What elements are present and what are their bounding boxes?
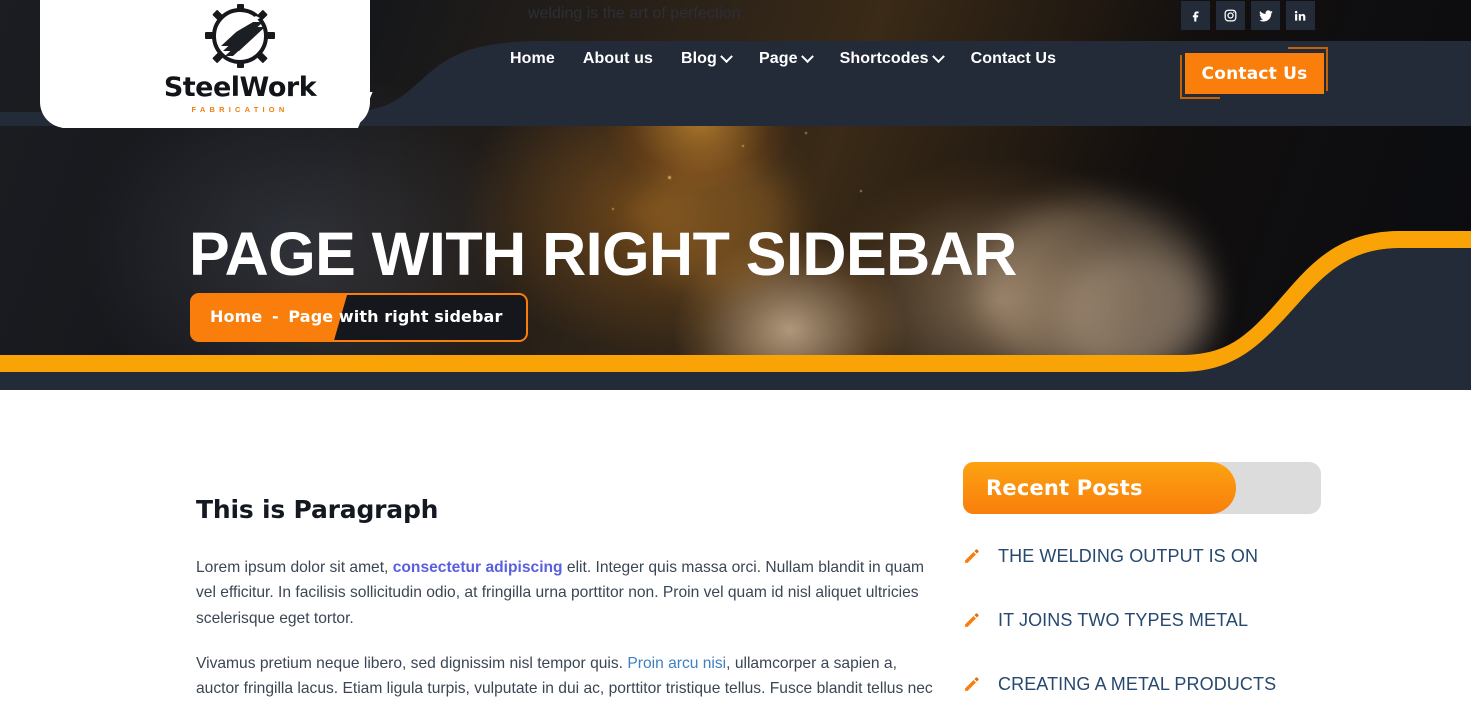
contact-us-cta-wrapper: Contact Us	[1180, 47, 1328, 99]
paragraph-1-before: Lorem ipsum dolor sit amet,	[196, 559, 393, 576]
chevron-down-icon	[931, 49, 945, 63]
paragraph-1: Lorem ipsum dolor sit amet, consectetur …	[196, 555, 936, 631]
spark-decoration	[860, 190, 862, 192]
spark-decoration	[742, 145, 744, 147]
nav-label: Page	[758, 50, 798, 67]
content-heading: This is Paragraph	[196, 495, 439, 524]
post-title: CREATING A METAL PRODUCTS	[998, 674, 1277, 694]
breadcrumb-separator: -	[271, 307, 279, 326]
main-content-area: This is Paragraph Lorem ipsum dolor sit …	[0, 390, 1471, 705]
page-root: SteelWork FABRICATION welding is the art…	[0, 0, 1471, 705]
nav-label: Blog	[680, 50, 717, 67]
nav-label: Contact Us	[970, 50, 1057, 67]
list-item[interactable]: IT JOINS TWO TYPES METAL	[963, 610, 1321, 631]
sidebar: Recent Posts THE WELDING OUTPUT IS ON IT…	[963, 462, 1321, 705]
page-title: PAGE WITH RIGHT SIDEBAR	[189, 220, 1017, 288]
breadcrumb-text: Home - Page with right sidebar	[210, 307, 502, 326]
spark-decoration	[805, 132, 807, 134]
post-title: THE WELDING OUTPUT IS ON	[998, 546, 1259, 566]
brand-name: SteelWork	[163, 72, 317, 103]
spark-decoration	[668, 176, 671, 179]
nav-item-contact-us[interactable]: Contact Us	[971, 50, 1056, 68]
pencil-icon	[965, 549, 979, 563]
post-title: IT JOINS TWO TYPES METAL	[998, 610, 1249, 630]
breadcrumb: Home - Page with right sidebar	[190, 293, 528, 342]
instagram-icon[interactable]	[1216, 1, 1245, 30]
brand-logo[interactable]: SteelWork FABRICATION	[150, 2, 330, 114]
nav-item-about-us[interactable]: About us	[583, 50, 653, 68]
nav-item-home[interactable]: Home	[510, 50, 555, 68]
spark-decoration	[612, 208, 614, 210]
linkedin-icon[interactable]	[1286, 1, 1315, 30]
nav-item-blog[interactable]: Blog	[680, 49, 733, 68]
brand-subtitle: FABRICATION	[191, 105, 289, 114]
chevron-down-icon	[800, 49, 814, 63]
nav-label: About us	[582, 50, 653, 67]
nav-item-page[interactable]: Page	[758, 49, 814, 68]
hero-banner: SteelWork FABRICATION welding is the art…	[0, 0, 1471, 390]
list-item[interactable]: THE WELDING OUTPUT IS ON	[963, 546, 1321, 567]
paragraph-1-bold: consectetur adipiscing	[392, 559, 563, 576]
breadcrumb-current: Page with right sidebar	[288, 307, 503, 326]
gear-steel-beam-icon	[205, 4, 275, 68]
twitter-icon[interactable]	[1251, 1, 1280, 30]
social-links	[1181, 1, 1315, 30]
widget-title: Recent Posts	[986, 476, 1143, 500]
facebook-icon[interactable]	[1181, 1, 1210, 30]
chevron-down-icon	[720, 49, 733, 63]
recent-posts-widget-header: Recent Posts	[963, 462, 1321, 514]
pencil-icon	[965, 677, 979, 691]
widget-header-foreground: Recent Posts	[963, 462, 1236, 514]
site-tagline: welding is the art of perfection	[528, 5, 741, 22]
paragraph-2-link[interactable]: Proin arcu nisi	[627, 655, 726, 672]
contact-us-button[interactable]: Contact Us	[1185, 53, 1324, 94]
pencil-icon	[965, 613, 979, 627]
list-item[interactable]: CREATING A METAL PRODUCTS	[963, 674, 1321, 695]
breadcrumb-home-link[interactable]: Home	[210, 307, 262, 326]
paragraph-2-before: Vivamus pretium neque libero, sed dignis…	[196, 654, 628, 672]
nav-label: Shortcodes	[839, 50, 929, 67]
nav-item-shortcodes[interactable]: Shortcodes	[839, 49, 945, 68]
article-content: This is Paragraph Lorem ipsum dolor sit …	[196, 495, 936, 705]
paragraph-2: Vivamus pretium neque libero, sed dignis…	[196, 651, 936, 705]
nav-menu: Home About us Blog Page Shortcodes Conta…	[510, 49, 1056, 68]
nav-label: Home	[510, 50, 555, 67]
